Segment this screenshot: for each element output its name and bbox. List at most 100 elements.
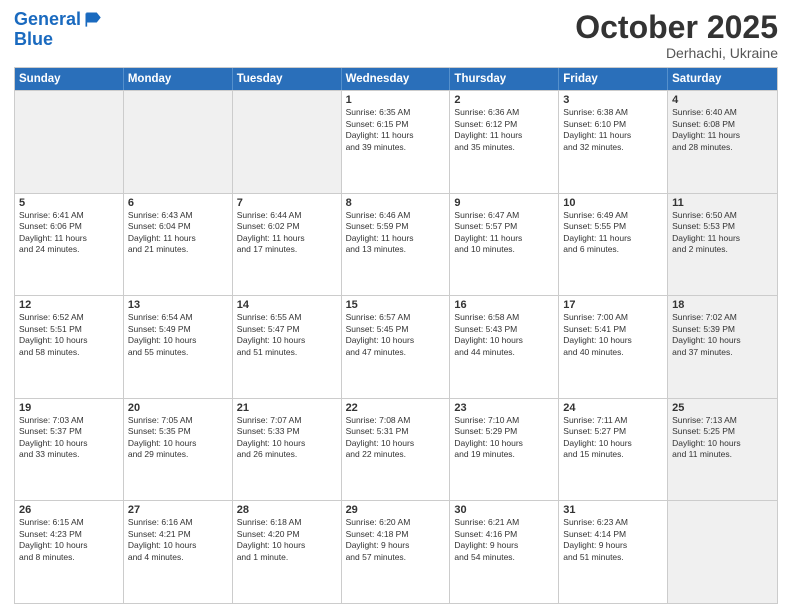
cell-detail-text: Sunrise: 7:13 AM Sunset: 5:25 PM Dayligh… [672,415,773,461]
cal-cell-4-0: 26Sunrise: 6:15 AM Sunset: 4:23 PM Dayli… [15,501,124,603]
logo: General Blue [14,10,103,50]
cal-cell-2-0: 12Sunrise: 6:52 AM Sunset: 5:51 PM Dayli… [15,296,124,398]
cell-detail-text: Sunrise: 6:21 AM Sunset: 4:16 PM Dayligh… [454,517,554,563]
cal-cell-4-1: 27Sunrise: 6:16 AM Sunset: 4:21 PM Dayli… [124,501,233,603]
day-number: 26 [19,504,119,516]
cal-cell-4-5: 31Sunrise: 6:23 AM Sunset: 4:14 PM Dayli… [559,501,668,603]
cell-detail-text: Sunrise: 6:20 AM Sunset: 4:18 PM Dayligh… [346,517,446,563]
day-number: 19 [19,402,119,414]
cal-cell-2-1: 13Sunrise: 6:54 AM Sunset: 5:49 PM Dayli… [124,296,233,398]
day-number: 7 [237,197,337,209]
cal-cell-2-2: 14Sunrise: 6:55 AM Sunset: 5:47 PM Dayli… [233,296,342,398]
cell-detail-text: Sunrise: 7:08 AM Sunset: 5:31 PM Dayligh… [346,415,446,461]
cal-cell-1-3: 8Sunrise: 6:46 AM Sunset: 5:59 PM Daylig… [342,194,451,296]
day-number: 24 [563,402,663,414]
cell-detail-text: Sunrise: 6:40 AM Sunset: 6:08 PM Dayligh… [672,107,773,153]
day-number: 30 [454,504,554,516]
weekday-header-wednesday: Wednesday [342,68,451,90]
day-number: 14 [237,299,337,311]
cell-detail-text: Sunrise: 7:11 AM Sunset: 5:27 PM Dayligh… [563,415,663,461]
cell-detail-text: Sunrise: 6:52 AM Sunset: 5:51 PM Dayligh… [19,312,119,358]
cell-detail-text: Sunrise: 7:10 AM Sunset: 5:29 PM Dayligh… [454,415,554,461]
day-number: 22 [346,402,446,414]
cell-detail-text: Sunrise: 6:50 AM Sunset: 5:53 PM Dayligh… [672,210,773,256]
calendar-row-4: 26Sunrise: 6:15 AM Sunset: 4:23 PM Dayli… [15,500,777,603]
cell-detail-text: Sunrise: 6:15 AM Sunset: 4:23 PM Dayligh… [19,517,119,563]
cell-detail-text: Sunrise: 6:41 AM Sunset: 6:06 PM Dayligh… [19,210,119,256]
cell-detail-text: Sunrise: 7:03 AM Sunset: 5:37 PM Dayligh… [19,415,119,461]
logo-text: General [14,10,81,30]
cal-cell-4-3: 29Sunrise: 6:20 AM Sunset: 4:18 PM Dayli… [342,501,451,603]
weekday-header-friday: Friday [559,68,668,90]
calendar-row-2: 12Sunrise: 6:52 AM Sunset: 5:51 PM Dayli… [15,295,777,398]
day-number: 27 [128,504,228,516]
cell-detail-text: Sunrise: 6:54 AM Sunset: 5:49 PM Dayligh… [128,312,228,358]
cell-detail-text: Sunrise: 6:57 AM Sunset: 5:45 PM Dayligh… [346,312,446,358]
cal-cell-1-1: 6Sunrise: 6:43 AM Sunset: 6:04 PM Daylig… [124,194,233,296]
cal-cell-4-4: 30Sunrise: 6:21 AM Sunset: 4:16 PM Dayli… [450,501,559,603]
day-number: 1 [346,94,446,106]
cal-cell-1-5: 10Sunrise: 6:49 AM Sunset: 5:55 PM Dayli… [559,194,668,296]
page: General Blue October 2025 Derhachi, Ukra… [0,0,792,612]
weekday-header-saturday: Saturday [668,68,777,90]
weekday-header-sunday: Sunday [15,68,124,90]
weekday-header-thursday: Thursday [450,68,559,90]
cell-detail-text: Sunrise: 6:55 AM Sunset: 5:47 PM Dayligh… [237,312,337,358]
cal-cell-3-1: 20Sunrise: 7:05 AM Sunset: 5:35 PM Dayli… [124,399,233,501]
cell-detail-text: Sunrise: 7:07 AM Sunset: 5:33 PM Dayligh… [237,415,337,461]
day-number: 9 [454,197,554,209]
day-number: 2 [454,94,554,106]
cal-cell-0-2 [233,91,342,193]
cell-detail-text: Sunrise: 6:47 AM Sunset: 5:57 PM Dayligh… [454,210,554,256]
cell-detail-text: Sunrise: 7:02 AM Sunset: 5:39 PM Dayligh… [672,312,773,358]
cal-cell-3-4: 23Sunrise: 7:10 AM Sunset: 5:29 PM Dayli… [450,399,559,501]
day-number: 5 [19,197,119,209]
cell-detail-text: Sunrise: 7:05 AM Sunset: 5:35 PM Dayligh… [128,415,228,461]
day-number: 8 [346,197,446,209]
cal-cell-1-4: 9Sunrise: 6:47 AM Sunset: 5:57 PM Daylig… [450,194,559,296]
cal-cell-0-4: 2Sunrise: 6:36 AM Sunset: 6:12 PM Daylig… [450,91,559,193]
cal-cell-1-0: 5Sunrise: 6:41 AM Sunset: 6:06 PM Daylig… [15,194,124,296]
location: Derhachi, Ukraine [575,45,778,61]
cell-detail-text: Sunrise: 6:43 AM Sunset: 6:04 PM Dayligh… [128,210,228,256]
cal-cell-3-3: 22Sunrise: 7:08 AM Sunset: 5:31 PM Dayli… [342,399,451,501]
day-number: 18 [672,299,773,311]
day-number: 16 [454,299,554,311]
cal-cell-3-5: 24Sunrise: 7:11 AM Sunset: 5:27 PM Dayli… [559,399,668,501]
cal-cell-2-6: 18Sunrise: 7:02 AM Sunset: 5:39 PM Dayli… [668,296,777,398]
cal-cell-2-5: 17Sunrise: 7:00 AM Sunset: 5:41 PM Dayli… [559,296,668,398]
calendar-row-0: 1Sunrise: 6:35 AM Sunset: 6:15 PM Daylig… [15,90,777,193]
day-number: 13 [128,299,228,311]
logo-flag-icon [83,10,103,30]
cell-detail-text: Sunrise: 6:44 AM Sunset: 6:02 PM Dayligh… [237,210,337,256]
day-number: 23 [454,402,554,414]
day-number: 21 [237,402,337,414]
calendar: SundayMondayTuesdayWednesdayThursdayFrid… [14,67,778,604]
cell-detail-text: Sunrise: 6:23 AM Sunset: 4:14 PM Dayligh… [563,517,663,563]
cal-cell-0-0 [15,91,124,193]
cal-cell-2-3: 15Sunrise: 6:57 AM Sunset: 5:45 PM Dayli… [342,296,451,398]
day-number: 28 [237,504,337,516]
day-number: 3 [563,94,663,106]
title-block: October 2025 Derhachi, Ukraine [575,10,778,61]
cal-cell-1-6: 11Sunrise: 6:50 AM Sunset: 5:53 PM Dayli… [668,194,777,296]
cell-detail-text: Sunrise: 6:46 AM Sunset: 5:59 PM Dayligh… [346,210,446,256]
day-number: 31 [563,504,663,516]
day-number: 4 [672,94,773,106]
cal-cell-1-2: 7Sunrise: 6:44 AM Sunset: 6:02 PM Daylig… [233,194,342,296]
day-number: 25 [672,402,773,414]
cell-detail-text: Sunrise: 6:36 AM Sunset: 6:12 PM Dayligh… [454,107,554,153]
calendar-row-1: 5Sunrise: 6:41 AM Sunset: 6:06 PM Daylig… [15,193,777,296]
cal-cell-2-4: 16Sunrise: 6:58 AM Sunset: 5:43 PM Dayli… [450,296,559,398]
day-number: 12 [19,299,119,311]
calendar-row-3: 19Sunrise: 7:03 AM Sunset: 5:37 PM Dayli… [15,398,777,501]
cell-detail-text: Sunrise: 6:18 AM Sunset: 4:20 PM Dayligh… [237,517,337,563]
cal-cell-0-5: 3Sunrise: 6:38 AM Sunset: 6:10 PM Daylig… [559,91,668,193]
weekday-header-monday: Monday [124,68,233,90]
day-number: 20 [128,402,228,414]
cell-detail-text: Sunrise: 6:58 AM Sunset: 5:43 PM Dayligh… [454,312,554,358]
logo-blue-text: Blue [14,30,103,50]
cal-cell-3-2: 21Sunrise: 7:07 AM Sunset: 5:33 PM Dayli… [233,399,342,501]
month-title: October 2025 [575,10,778,45]
cal-cell-4-2: 28Sunrise: 6:18 AM Sunset: 4:20 PM Dayli… [233,501,342,603]
